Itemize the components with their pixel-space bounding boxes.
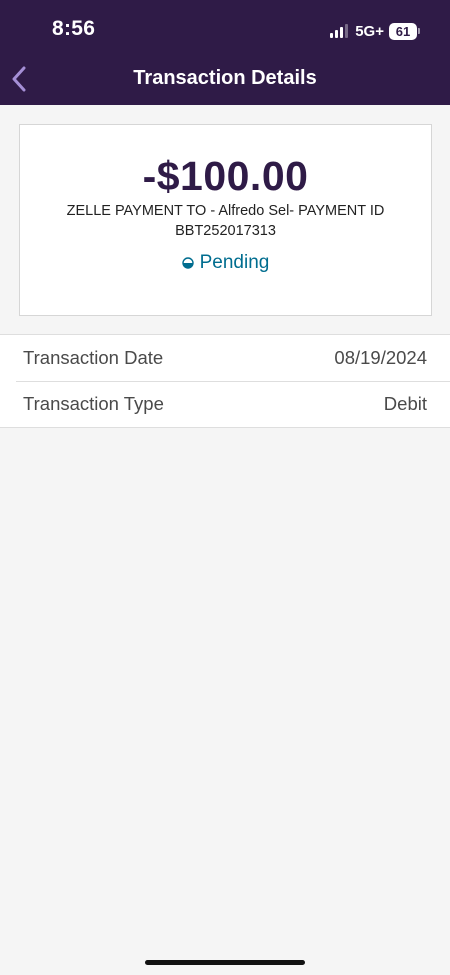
battery-level: 61 bbox=[389, 22, 417, 40]
status-time: 8:56 bbox=[52, 17, 96, 40]
battery-icon: 61 bbox=[389, 22, 420, 40]
description-line-2: BBT252017313 bbox=[175, 223, 276, 239]
network-type: 5G+ bbox=[355, 22, 384, 40]
app-header: 8:56 5G+ 61 Transaction Details bbox=[0, 0, 450, 105]
detail-label: Transaction Date bbox=[23, 347, 164, 368]
transaction-details-screen: 8:56 5G+ 61 Transaction Details -$100.00… bbox=[0, 0, 450, 975]
detail-row-transaction-date: Transaction Date 08/19/2024 bbox=[0, 335, 450, 381]
page-title: Transaction Details bbox=[133, 67, 317, 89]
transaction-summary-card: -$100.00 ZELLE PAYMENT TO - Alfredo Sel-… bbox=[19, 124, 432, 316]
transaction-details-list: Transaction Date 08/19/2024 Transaction … bbox=[0, 334, 450, 428]
home-indicator[interactable] bbox=[145, 960, 305, 965]
transaction-description: ZELLE PAYMENT TO - Alfredo Sel- PAYMENT … bbox=[40, 201, 411, 241]
description-line-1: ZELLE PAYMENT TO - Alfredo Sel- PAYMENT … bbox=[66, 203, 385, 219]
detail-value: Debit bbox=[383, 393, 427, 414]
cellular-signal-icon bbox=[330, 24, 349, 38]
status-label: Pending bbox=[199, 252, 270, 273]
status-indicators: 5G+ 61 bbox=[330, 21, 420, 41]
pending-icon bbox=[181, 257, 194, 269]
detail-value: 08/19/2024 bbox=[334, 347, 427, 368]
transaction-status: Pending bbox=[20, 252, 431, 274]
detail-label: Transaction Type bbox=[23, 393, 164, 414]
detail-row-transaction-type: Transaction Type Debit bbox=[0, 381, 450, 427]
transaction-amount: -$100.00 bbox=[142, 153, 309, 199]
